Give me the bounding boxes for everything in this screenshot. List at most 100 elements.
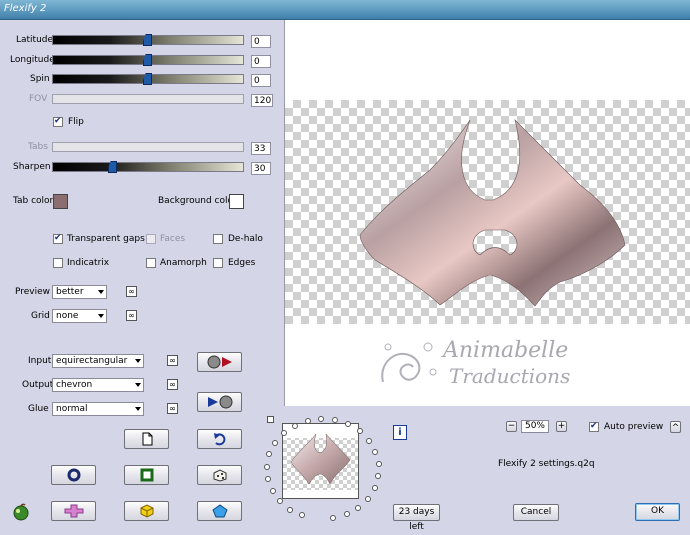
orientation-dot[interactable] — [332, 417, 339, 424]
background-color-swatch[interactable] — [229, 194, 244, 209]
spin-thumb[interactable] — [143, 73, 152, 85]
faces-label: Faces — [160, 234, 186, 244]
output-projection-value: chevron — [56, 380, 93, 390]
grid-value: none — [56, 311, 79, 321]
ok-button[interactable]: OK — [635, 503, 680, 521]
latitude-label: Latitude — [16, 35, 54, 45]
longitude-thumb[interactable] — [143, 54, 152, 66]
auto-preview-checkbox[interactable] — [589, 421, 599, 432]
indicatrix-checkbox[interactable] — [53, 258, 63, 268]
auto-preview-label: Auto preview — [604, 422, 664, 432]
orientation-dot-ring[interactable] — [262, 416, 382, 528]
orientation-dot[interactable] — [299, 512, 306, 519]
input-link-icon[interactable]: ∞ — [167, 355, 178, 366]
orientation-dot[interactable] — [269, 487, 276, 494]
undo-button[interactable] — [197, 429, 242, 449]
zoom-out-button[interactable]: − — [506, 421, 517, 432]
orientation-dot[interactable] — [366, 437, 373, 444]
orientation-dot[interactable] — [287, 506, 294, 513]
latitude-thumb[interactable] — [143, 34, 152, 46]
orientation-dot[interactable] — [355, 504, 362, 511]
trial-days-button[interactable]: 23 days left — [393, 504, 440, 532]
spin-value[interactable]: 0 — [251, 74, 271, 87]
orientation-dot[interactable] — [330, 515, 337, 522]
orientation-dot[interactable] — [266, 451, 273, 458]
preview-quality-select[interactable]: better — [52, 285, 107, 299]
orientation-dot[interactable] — [277, 498, 284, 505]
grid-link-icon[interactable]: ∞ — [126, 310, 137, 321]
orientation-dot[interactable] — [280, 430, 287, 437]
longitude-slider[interactable] — [52, 54, 244, 66]
orientation-dot[interactable] — [345, 421, 352, 428]
random-button[interactable] — [197, 465, 242, 485]
flourish-icon — [381, 342, 437, 383]
grid-select[interactable]: none — [52, 309, 107, 323]
preview-quality-value: better — [56, 287, 84, 297]
cube-button[interactable] — [124, 501, 169, 521]
orientation-dot[interactable] — [272, 439, 279, 446]
edges-label: Edges — [228, 258, 256, 268]
main-preview[interactable]: Animabelle Traductions — [284, 20, 690, 406]
preview-link-icon[interactable]: ∞ — [126, 286, 137, 297]
orientation-dot[interactable] — [372, 448, 379, 455]
input-next-button[interactable] — [197, 352, 242, 372]
de-halo-checkbox[interactable] — [213, 234, 223, 244]
new-page-button[interactable] — [124, 429, 169, 449]
cancel-button[interactable]: Cancel — [513, 504, 559, 521]
output-next-button[interactable] — [197, 392, 242, 412]
orientation-dot[interactable] — [264, 463, 271, 470]
watermark-logo: Animabelle Traductions — [373, 332, 603, 398]
flip-checkbox[interactable] — [53, 116, 63, 127]
info-icon[interactable]: i — [393, 425, 407, 440]
square-button[interactable] — [124, 465, 169, 485]
longitude-value[interactable]: 0 — [251, 55, 271, 68]
apple-logo-icon[interactable] — [12, 503, 30, 521]
chevron-down-icon — [98, 314, 104, 318]
latitude-slider[interactable] — [52, 34, 244, 46]
anamorph-checkbox[interactable] — [146, 258, 156, 268]
transparent-gaps-checkbox[interactable] — [53, 233, 63, 244]
orientation-dot[interactable] — [364, 495, 371, 502]
output-projection-select[interactable]: chevron — [52, 378, 144, 392]
dice-icon — [213, 469, 226, 482]
tab-color-swatch[interactable] — [53, 194, 68, 209]
orientation-dot[interactable] — [356, 428, 363, 435]
edges-checkbox[interactable] — [213, 258, 223, 268]
orientation-dot[interactable] — [371, 485, 378, 491]
cross-shape-button[interactable] — [51, 501, 96, 521]
orientation-dot[interactable] — [375, 473, 382, 480]
glue-link-icon[interactable]: ∞ — [167, 403, 178, 414]
sharpen-slider[interactable] — [52, 161, 244, 173]
collapse-button[interactable]: ^ — [670, 421, 681, 433]
watermark-line2: Traductions — [449, 364, 571, 388]
sharpen-value[interactable]: 30 — [251, 162, 271, 175]
latitude-value[interactable]: 0 — [251, 35, 271, 48]
orientation-dot[interactable] — [375, 460, 382, 467]
input-projection-select[interactable]: equirectangular — [52, 354, 144, 368]
output-link-icon[interactable]: ∞ — [167, 379, 178, 390]
zoom-in-button[interactable]: + — [556, 421, 567, 432]
tabs-label: Tabs — [28, 142, 48, 152]
chevron-down-icon — [98, 290, 104, 294]
cube-icon — [140, 504, 153, 518]
transparent-gaps-label: Transparent gaps — [67, 234, 145, 244]
cross-icon — [64, 504, 83, 518]
square-icon — [140, 468, 153, 482]
zoom-level: 50% — [521, 420, 549, 433]
pentagon-button[interactable] — [197, 501, 242, 521]
orientation-dot[interactable] — [265, 475, 272, 482]
orientation-dot[interactable] — [318, 416, 325, 423]
input-projection-value: equirectangular — [56, 356, 128, 366]
sharpen-thumb[interactable] — [108, 161, 117, 173]
orientation-dot[interactable] — [304, 417, 311, 424]
chevron-down-icon — [135, 383, 141, 387]
circle-button[interactable] — [51, 465, 96, 485]
glue-select[interactable]: normal — [52, 402, 144, 416]
watermark-line1: Animabelle — [443, 338, 569, 363]
orientation-dot[interactable] — [291, 422, 298, 429]
indicatrix-label: Indicatrix — [67, 258, 110, 268]
tabs-slider — [52, 142, 244, 152]
spin-slider[interactable] — [52, 73, 244, 85]
pentagon-icon — [211, 504, 228, 518]
orientation-dot[interactable] — [343, 511, 350, 518]
